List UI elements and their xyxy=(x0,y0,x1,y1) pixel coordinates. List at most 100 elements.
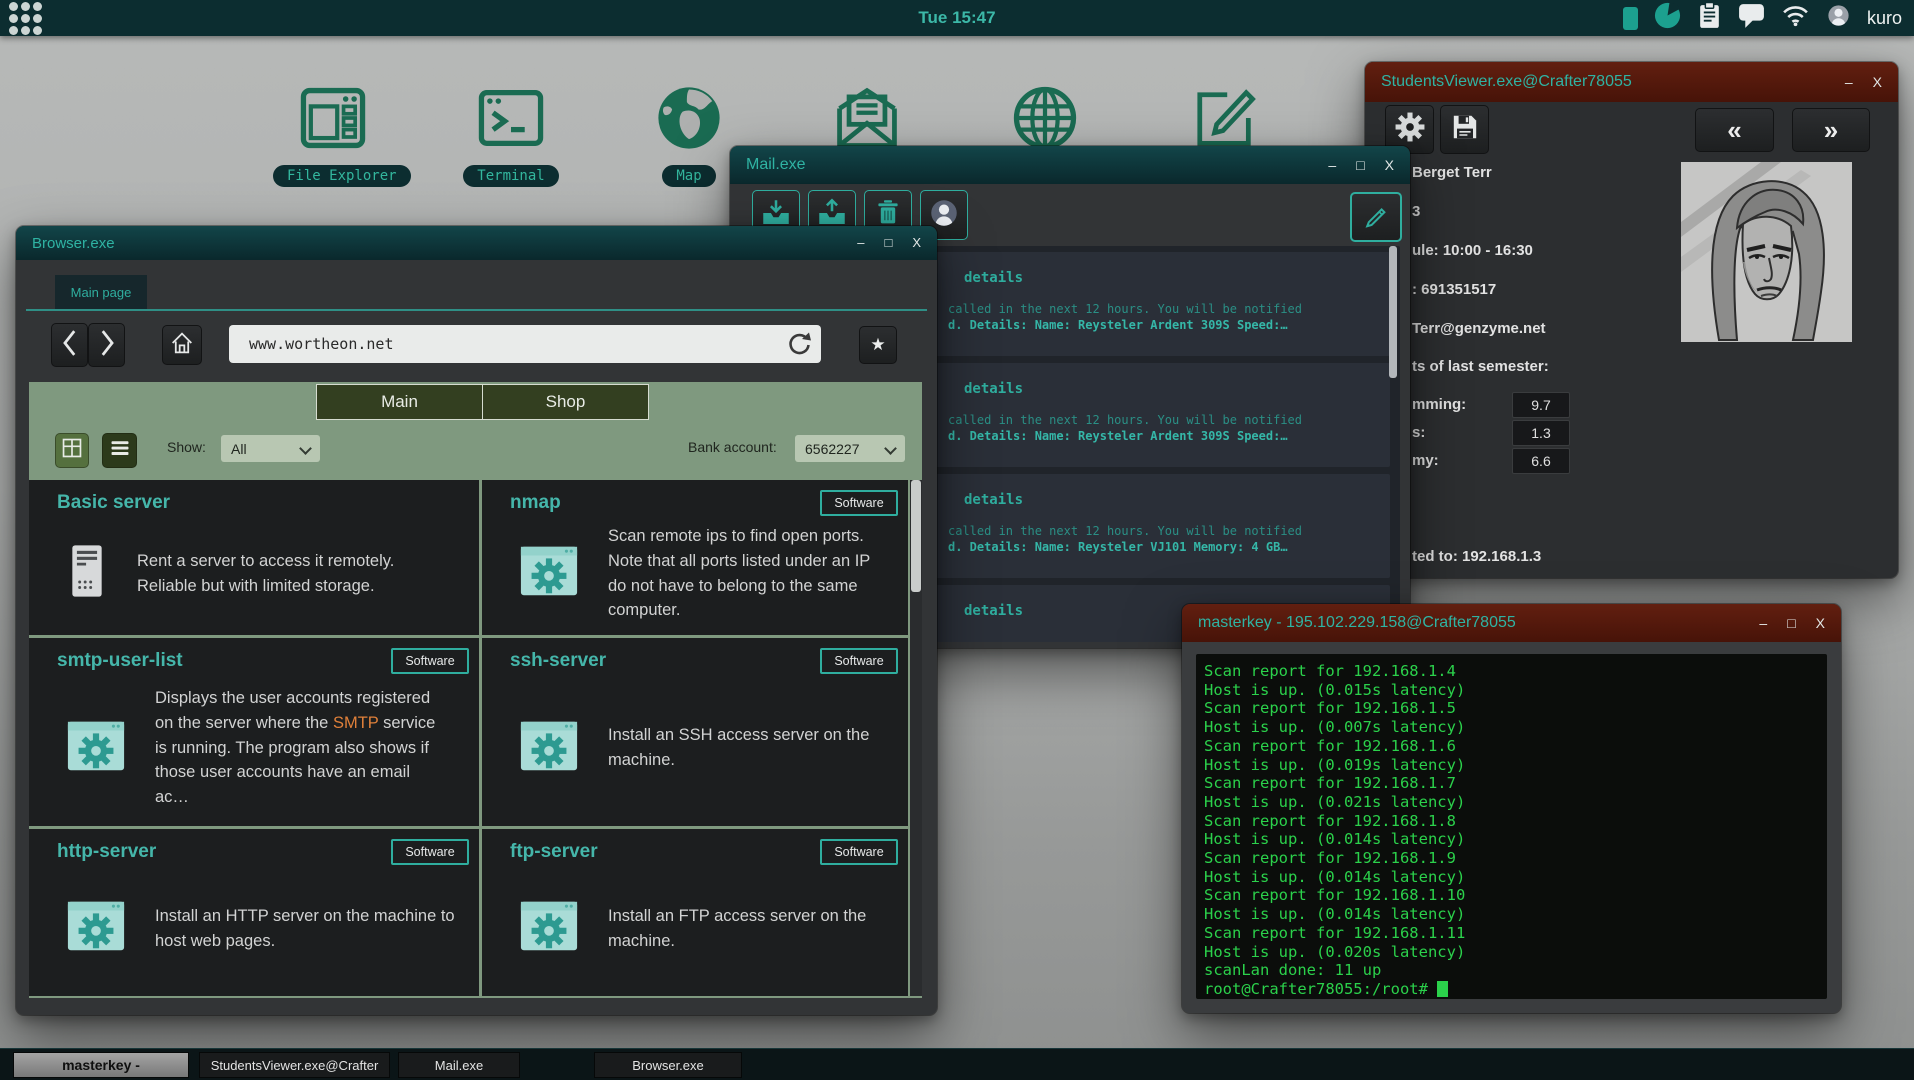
minimize-button[interactable]: – xyxy=(1845,63,1853,101)
launcher-dot xyxy=(33,2,42,11)
browser-tab[interactable]: Main page xyxy=(55,275,147,309)
show-filter-dropdown[interactable]: All xyxy=(221,435,320,462)
grade-label: mming: xyxy=(1412,396,1466,413)
compose-button[interactable] xyxy=(1350,192,1402,242)
maximize-button[interactable]: □ xyxy=(1356,146,1364,184)
software-badge: Software xyxy=(391,839,469,865)
wifi-icon[interactable] xyxy=(1781,4,1810,32)
software-gear-icon xyxy=(518,540,580,607)
minimize-button[interactable]: – xyxy=(1759,604,1767,642)
browser-titlebar[interactable]: Browser.exe – □ X xyxy=(16,226,937,260)
connected-to-text: ted to: 192.168.1.3 xyxy=(1412,548,1541,565)
home-button[interactable] xyxy=(162,325,202,365)
software-badge: Software xyxy=(391,648,469,674)
forward-button[interactable] xyxy=(88,323,125,367)
reload-icon xyxy=(786,345,814,362)
mail-details-link[interactable]: details xyxy=(964,603,1023,619)
taskbar-item-masterkey[interactable]: masterkey - xyxy=(13,1052,189,1078)
students-viewer-titlebar[interactable]: StudentsViewer.exe@Crafter78055 – X xyxy=(1365,62,1898,102)
window-title: Mail.exe xyxy=(746,156,806,174)
back-button[interactable] xyxy=(51,323,88,367)
user-avatar-icon[interactable] xyxy=(1825,2,1852,34)
next-student-button[interactable]: » xyxy=(1792,108,1870,152)
previous-student-button[interactable]: « xyxy=(1695,108,1774,152)
card-description: Rent a server to access it remotely. Rel… xyxy=(137,549,429,599)
page-nav-shop[interactable]: Shop xyxy=(483,384,649,420)
launcher-dot xyxy=(33,26,42,35)
taskbar-item-mail[interactable]: Mail.exe xyxy=(398,1052,520,1078)
maximize-button[interactable]: □ xyxy=(884,224,892,262)
minimize-button[interactable]: – xyxy=(1328,146,1336,184)
terminal-line: Host is up. (0.014s latency) xyxy=(1204,868,1827,887)
chat-bubble-icon[interactable] xyxy=(1737,2,1766,34)
launcher-dot xyxy=(9,26,18,35)
close-button[interactable]: X xyxy=(1385,146,1394,184)
mail-details-link[interactable]: details xyxy=(964,492,1023,508)
results-heading: ts of last semester: xyxy=(1412,358,1549,375)
terminal-titlebar[interactable]: masterkey - 195.102.229.158@Crafter78055… xyxy=(1182,604,1841,642)
terminal-line: Scan report for 192.168.1.4 xyxy=(1204,662,1827,681)
card-smtp-user-list[interactable]: smtp-user-list Software Displays the use… xyxy=(29,638,479,826)
grid-view-button[interactable] xyxy=(55,433,89,468)
taskbar-item-studentsviewer[interactable]: StudentsViewer.exe@Crafter xyxy=(199,1052,390,1078)
username-label: kuro xyxy=(1867,8,1902,29)
terminal-screen[interactable]: Scan report for 192.168.1.4 Host is up. … xyxy=(1196,654,1827,999)
mail-details-link[interactable]: details xyxy=(964,381,1023,397)
top-bar: Tue 15:47 kuro xyxy=(0,0,1914,36)
mail-details-link[interactable]: details xyxy=(964,270,1023,286)
taskbar-item-browser[interactable]: Browser.exe xyxy=(594,1052,742,1078)
grade-value: 6.6 xyxy=(1512,448,1570,474)
close-button[interactable]: X xyxy=(1873,63,1882,101)
terminal-line: Host is up. (0.015s latency) xyxy=(1204,681,1827,700)
server-tower-icon xyxy=(65,540,109,607)
storage-pie-icon[interactable] xyxy=(1653,1,1682,35)
app-launcher-button[interactable] xyxy=(9,2,42,35)
nav-label: Shop xyxy=(546,392,586,412)
card-basic-server[interactable]: Basic server Rent a server to access it … xyxy=(29,480,479,635)
taskbar-label: Browser.exe xyxy=(632,1058,704,1073)
launcher-dot xyxy=(21,2,30,11)
mail-preview-line: d. Details: Name: Reysteler VJ101 Memory… xyxy=(948,540,1288,554)
battery-icon[interactable] xyxy=(1623,7,1638,30)
mail-scrollbar[interactable] xyxy=(1389,246,1397,378)
save-button[interactable] xyxy=(1440,105,1489,154)
minimize-button[interactable]: – xyxy=(857,224,864,262)
bank-account-dropdown[interactable]: 6562227 xyxy=(795,435,905,462)
software-gear-icon xyxy=(518,715,580,782)
url-input[interactable] xyxy=(229,325,821,363)
list-view-icon xyxy=(109,437,131,464)
card-title: ssh-server xyxy=(510,650,606,672)
clipboard-icon[interactable] xyxy=(1697,1,1722,35)
close-button[interactable]: X xyxy=(1816,604,1825,642)
terminal-line: Scan report for 192.168.1.7 xyxy=(1204,774,1827,793)
student-schedule: ule: 10:00 - 16:30 xyxy=(1412,242,1533,259)
page-scrollbar[interactable] xyxy=(910,480,922,996)
reload-button[interactable] xyxy=(786,330,814,358)
clock: Tue 15:47 xyxy=(918,8,995,28)
card-http-server[interactable]: http-server Software Install an HTTP ser… xyxy=(29,829,479,996)
double-chevron-left-icon: « xyxy=(1727,115,1741,146)
maximize-button[interactable]: □ xyxy=(1787,604,1795,642)
star-icon: ★ xyxy=(870,335,885,355)
mail-preview-line: called in the next 12 hours. You will be… xyxy=(948,413,1302,427)
mail-preview-line: d. Details: Name: Reysteler Ardent 309S … xyxy=(948,429,1288,443)
home-icon xyxy=(168,329,196,362)
page-scrollbar-thumb[interactable] xyxy=(911,480,921,592)
window-title: Browser.exe xyxy=(32,235,115,252)
desktop-icon-file-explorer[interactable]: File Explorer xyxy=(273,80,393,187)
bookmark-button[interactable]: ★ xyxy=(859,326,897,364)
list-view-button[interactable] xyxy=(102,433,137,468)
show-filter-label: Show: xyxy=(167,439,206,455)
card-ftp-server[interactable]: ftp-server Software Install an FTP acces… xyxy=(482,829,908,996)
floppy-disk-icon xyxy=(1449,111,1481,148)
launcher-dot xyxy=(9,14,18,23)
page-nav-main[interactable]: Main xyxy=(316,384,483,420)
student-phone: : 691351517 xyxy=(1412,281,1496,298)
mail-titlebar[interactable]: Mail.exe – □ X xyxy=(730,146,1410,184)
card-nmap[interactable]: nmap Software Scan remote ips to find op… xyxy=(482,480,908,635)
terminal-icon xyxy=(473,143,549,160)
close-button[interactable]: X xyxy=(912,224,921,262)
card-ssh-server[interactable]: ssh-server Software Install an SSH acces… xyxy=(482,638,908,826)
desktop-icon-terminal[interactable]: Terminal xyxy=(451,80,571,187)
card-description: Scan remote ips to find open ports. Note… xyxy=(608,524,892,623)
